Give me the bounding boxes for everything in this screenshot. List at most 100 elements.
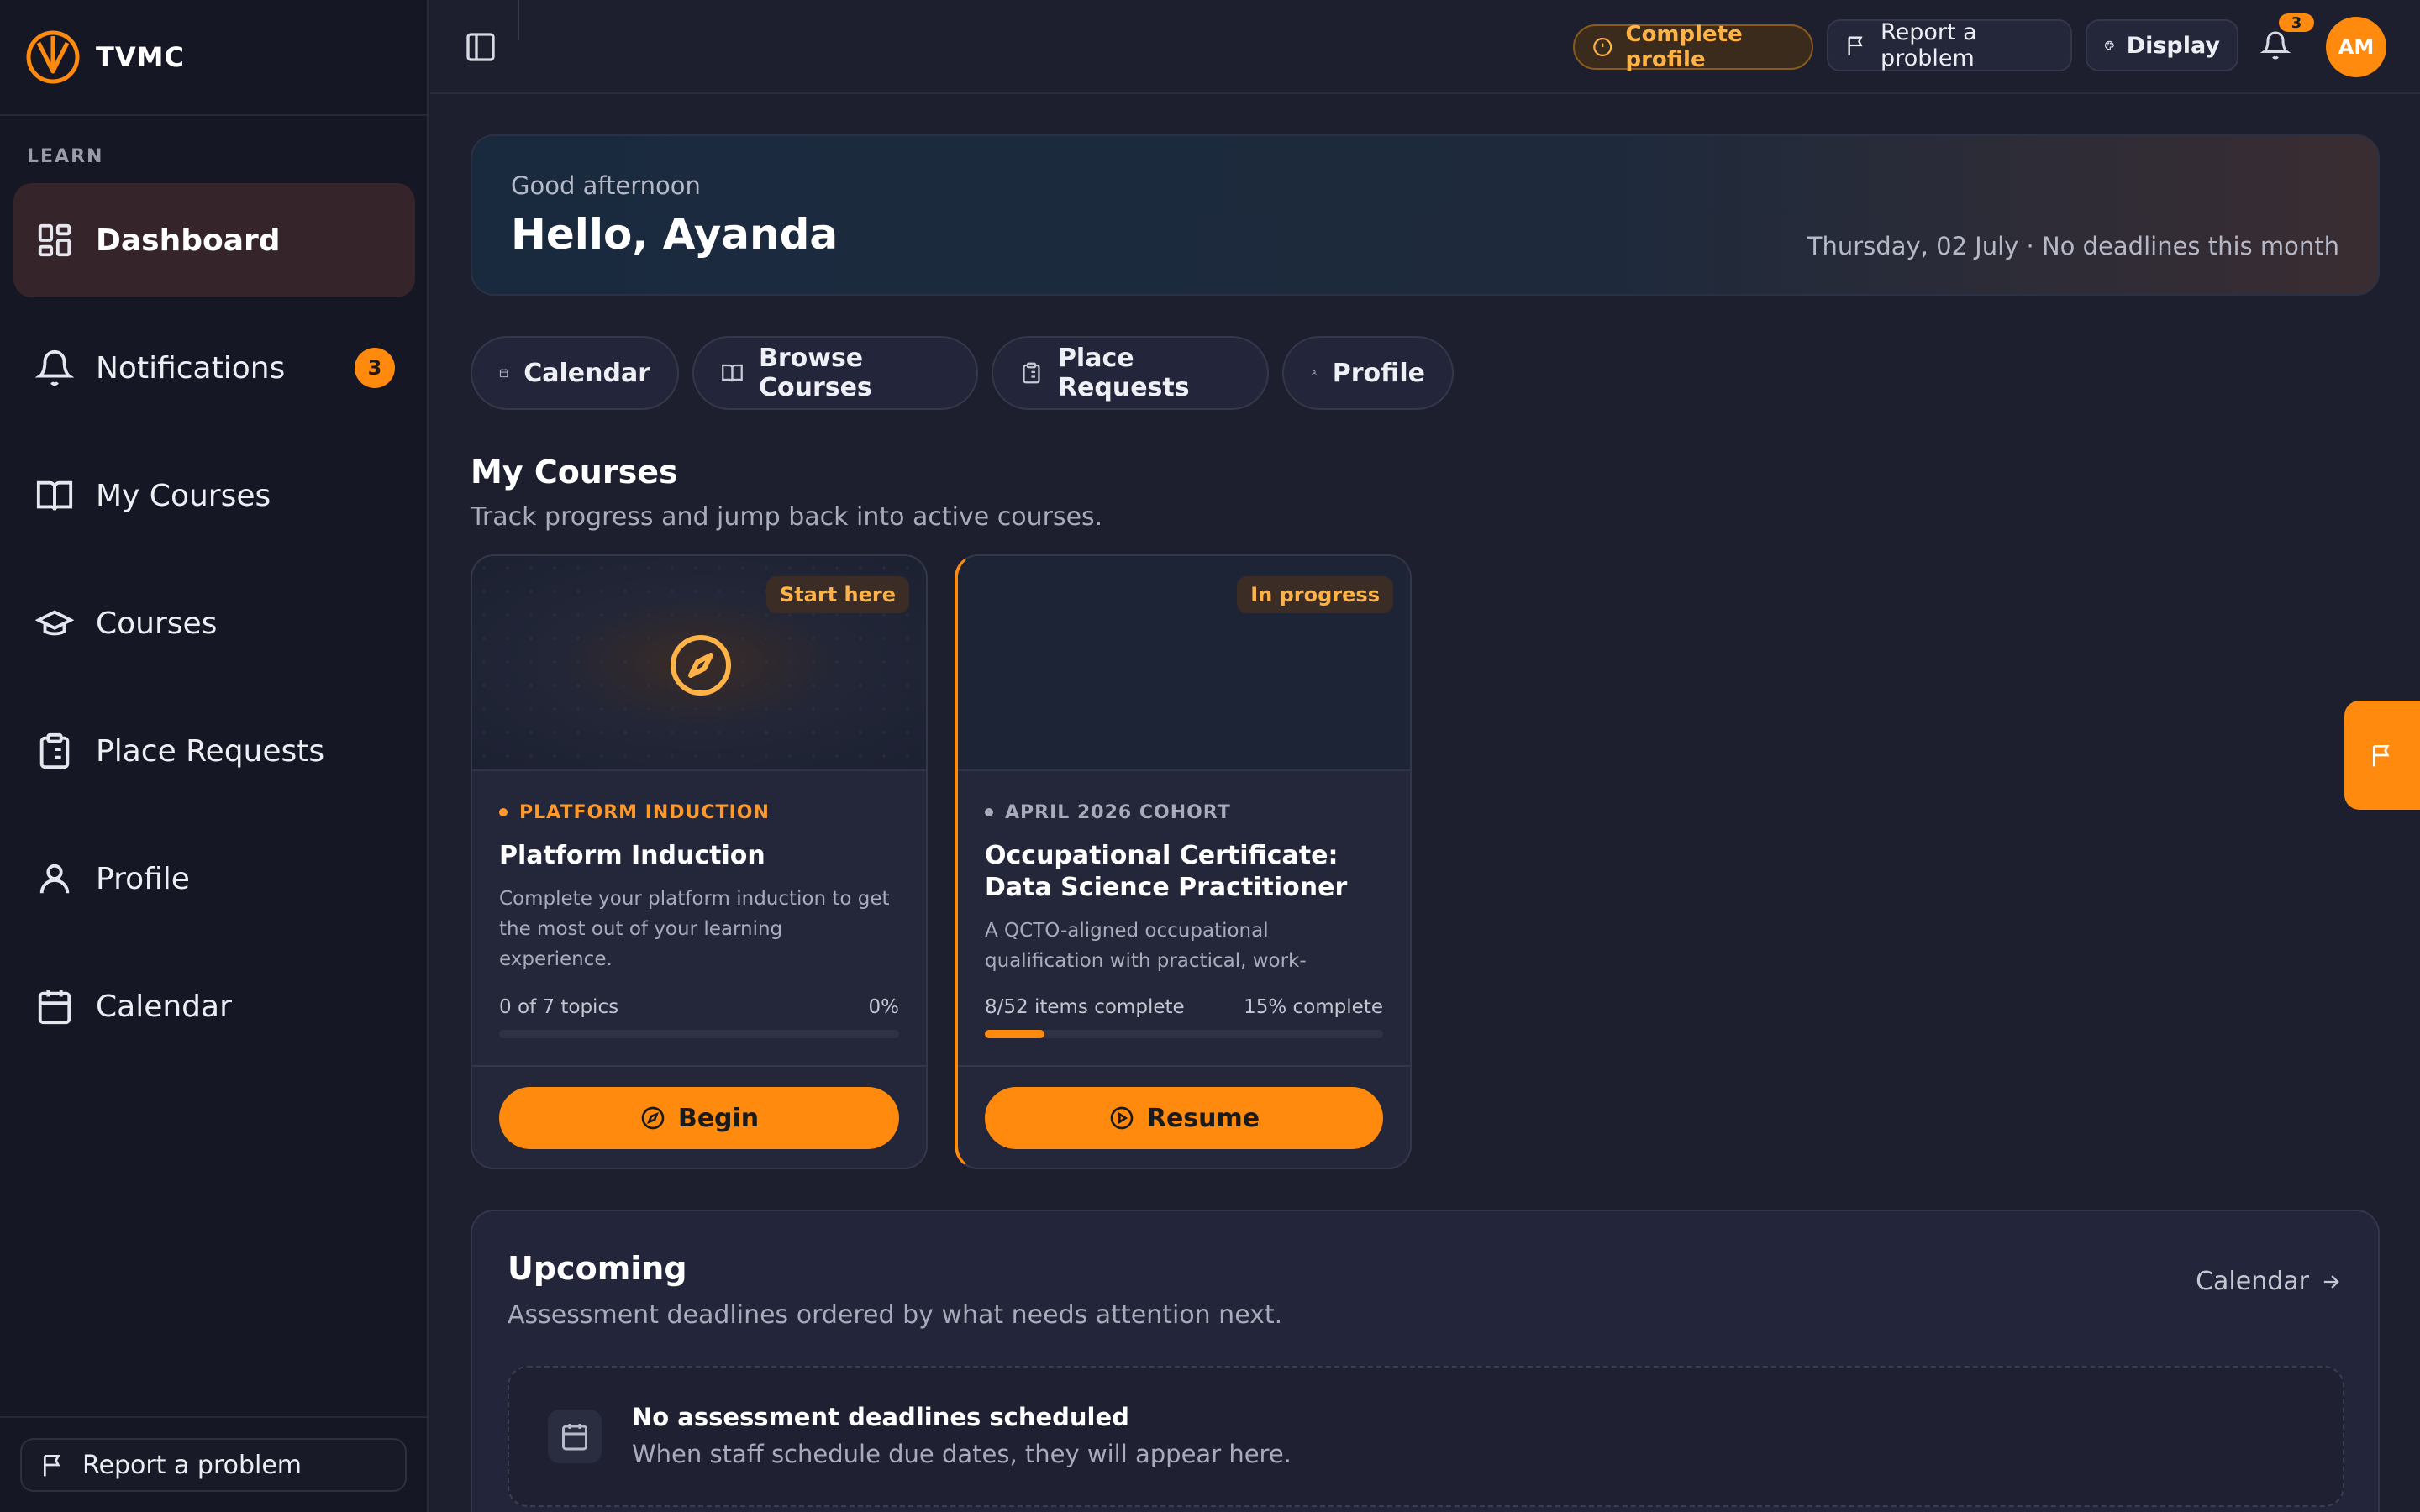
- sidebar-item-label: Notifications: [96, 350, 286, 386]
- quick-link-label: Place Requests: [1057, 344, 1190, 402]
- empty-deadlines-state: No assessment deadlines scheduled When s…: [508, 1366, 2344, 1507]
- card-divider: [958, 1065, 1410, 1067]
- course-description: Complete your platform induction to get …: [499, 888, 890, 970]
- brand[interactable]: TVMC: [0, 0, 427, 116]
- course-card-data-science[interactable]: In progress APRIL 2026 COHORT Occupation…: [955, 554, 1412, 1169]
- compass-icon: [667, 632, 734, 699]
- course-card-banner: Start here: [472, 556, 926, 771]
- sidebar-item-my-courses[interactable]: My Courses: [13, 438, 415, 553]
- sidebar-item-place-requests[interactable]: Place Requests: [13, 694, 415, 808]
- upcoming-panel: Upcoming Assessment deadlines ordered by…: [471, 1210, 2380, 1512]
- dashboard-icon: [38, 223, 71, 257]
- course-description: A QCTO-aligned occupational qualificatio…: [985, 920, 1307, 972]
- sidebar-footer: Report a problem: [0, 1416, 427, 1512]
- alert-circle-icon: [1593, 37, 1612, 57]
- sidebar-item-label: Courses: [96, 606, 218, 641]
- display-settings-button[interactable]: Display: [2086, 19, 2238, 71]
- floating-feedback-button[interactable]: [2344, 701, 2420, 810]
- course-card-platform-induction[interactable]: Start here PLATFORM INDUCTION Platform I…: [471, 554, 928, 1169]
- greeting-subtitle: Good afternoon: [511, 171, 701, 200]
- sidebar-item-profile[interactable]: Profile: [13, 822, 415, 936]
- progress-percent: 15% complete: [1244, 996, 1383, 1018]
- sidebar-item-label: Place Requests: [96, 733, 325, 769]
- upcoming-subtitle: Assessment deadlines ordered by what nee…: [508, 1300, 1283, 1330]
- calendar-icon: [499, 369, 508, 378]
- date-deadline-summary: Thursday, 02 July · No deadlines this mo…: [1807, 232, 2339, 260]
- tvmc-logo-icon: [26, 30, 80, 84]
- card-divider: [472, 1065, 926, 1067]
- brand-name: TVMC: [96, 41, 185, 73]
- status-badge: In progress: [1237, 576, 1393, 613]
- sidebar-toggle-button[interactable]: [464, 30, 497, 64]
- quick-link-browse-courses[interactable]: Browse Courses: [692, 336, 978, 410]
- progress-bar-fill: [985, 1030, 1045, 1038]
- my-courses-subtitle: Track progress and jump back into active…: [471, 502, 1103, 532]
- greeting-title: Hello, Ayanda: [511, 210, 839, 259]
- topbar-divider: [518, 0, 519, 40]
- top-bar: Complete profile Report a problem Displa…: [430, 0, 2420, 94]
- quick-link-label: Calendar: [523, 358, 650, 388]
- sidebar-nav: Dashboard Notifications 3 My Courses Cou…: [13, 183, 415, 1077]
- report-problem-button[interactable]: Report a problem: [1827, 19, 2072, 71]
- course-title: Occupational Certificate: Data Science P…: [985, 841, 1348, 902]
- notification-count-badge: 3: [355, 348, 395, 388]
- progress-count: 8/52 items complete: [985, 996, 1185, 1018]
- greeting-banner: Good afternoon Hello, Ayanda Thursday, 0…: [471, 134, 2380, 296]
- complete-profile-button[interactable]: Complete profile: [1573, 22, 1813, 72]
- sidebar-item-calendar[interactable]: Calendar: [13, 949, 415, 1063]
- calendar-link-label: Calendar: [2196, 1267, 2309, 1296]
- progress-percent: 0%: [868, 996, 900, 1018]
- sidebar-item-notifications[interactable]: Notifications 3: [13, 311, 415, 425]
- sidebar-item-label: Dashboard: [96, 223, 281, 258]
- progress-bar: [499, 1030, 899, 1038]
- avatar[interactable]: AM: [2326, 17, 2386, 77]
- progress-count: 0 of 7 topics: [499, 996, 619, 1018]
- quick-link-label: Profile: [1332, 358, 1425, 388]
- begin-button[interactable]: Begin: [499, 1087, 899, 1149]
- display-label: Display: [2126, 32, 2220, 59]
- section-label-learn: LEARN: [27, 146, 104, 167]
- quick-link-profile[interactable]: Profile: [1282, 336, 1454, 410]
- clipboard-icon: [1023, 362, 1040, 384]
- my-courses-heading: My Courses: [471, 454, 678, 491]
- sidebar-item-dashboard[interactable]: Dashboard: [13, 183, 415, 297]
- course-tag: APRIL 2026 COHORT: [985, 800, 1383, 825]
- empty-state-title: No assessment deadlines scheduled: [632, 1403, 1129, 1431]
- course-progress-row: 8/52 items complete 15% complete: [985, 996, 1383, 1018]
- bell-icon: [2260, 31, 2291, 60]
- empty-state-subtitle: When staff schedule due dates, they will…: [632, 1440, 1292, 1468]
- quick-link-calendar[interactable]: Calendar: [471, 336, 679, 410]
- upcoming-calendar-link[interactable]: Calendar: [2196, 1267, 2343, 1296]
- upcoming-heading: Upcoming: [508, 1250, 687, 1287]
- compass-icon: [641, 1106, 665, 1130]
- report-problem-label: Report a problem: [82, 1450, 302, 1480]
- sidebar-item-courses[interactable]: Courses: [13, 566, 415, 680]
- flag-icon: [44, 1455, 60, 1477]
- arrow-right-icon: [2323, 1274, 2339, 1289]
- graduation-cap-icon: [35, 610, 74, 636]
- book-open-icon: [722, 364, 743, 382]
- sidebar-report-problem-button[interactable]: Report a problem: [20, 1438, 407, 1492]
- palette-icon: [2105, 40, 2114, 50]
- user-icon: [1311, 370, 1317, 375]
- course-card-body: APRIL 2026 COHORT Occupational Certifica…: [985, 800, 1383, 976]
- flag-icon: [1848, 36, 1863, 55]
- course-tag: PLATFORM INDUCTION: [499, 800, 899, 825]
- report-problem-label: Report a problem: [1881, 19, 1977, 71]
- calendar-icon: [548, 1410, 602, 1463]
- resume-label: Resume: [1146, 1103, 1260, 1133]
- progress-bar: [985, 1030, 1383, 1038]
- book-open-icon: [36, 480, 73, 511]
- flag-icon: [2373, 745, 2390, 767]
- panel-left-icon: [466, 33, 495, 61]
- quick-link-place-requests[interactable]: Place Requests: [992, 336, 1269, 410]
- begin-label: Begin: [677, 1103, 760, 1133]
- sidebar-item-label: Profile: [96, 861, 190, 896]
- notifications-bell-button[interactable]: [2260, 30, 2294, 64]
- course-title: Platform Induction: [499, 841, 765, 870]
- sidebar-item-label: My Courses: [96, 478, 271, 513]
- user-icon: [39, 864, 70, 894]
- sidebar-item-label: Calendar: [96, 989, 232, 1024]
- resume-button[interactable]: Resume: [985, 1087, 1383, 1149]
- quick-link-label: Browse Courses: [758, 344, 872, 402]
